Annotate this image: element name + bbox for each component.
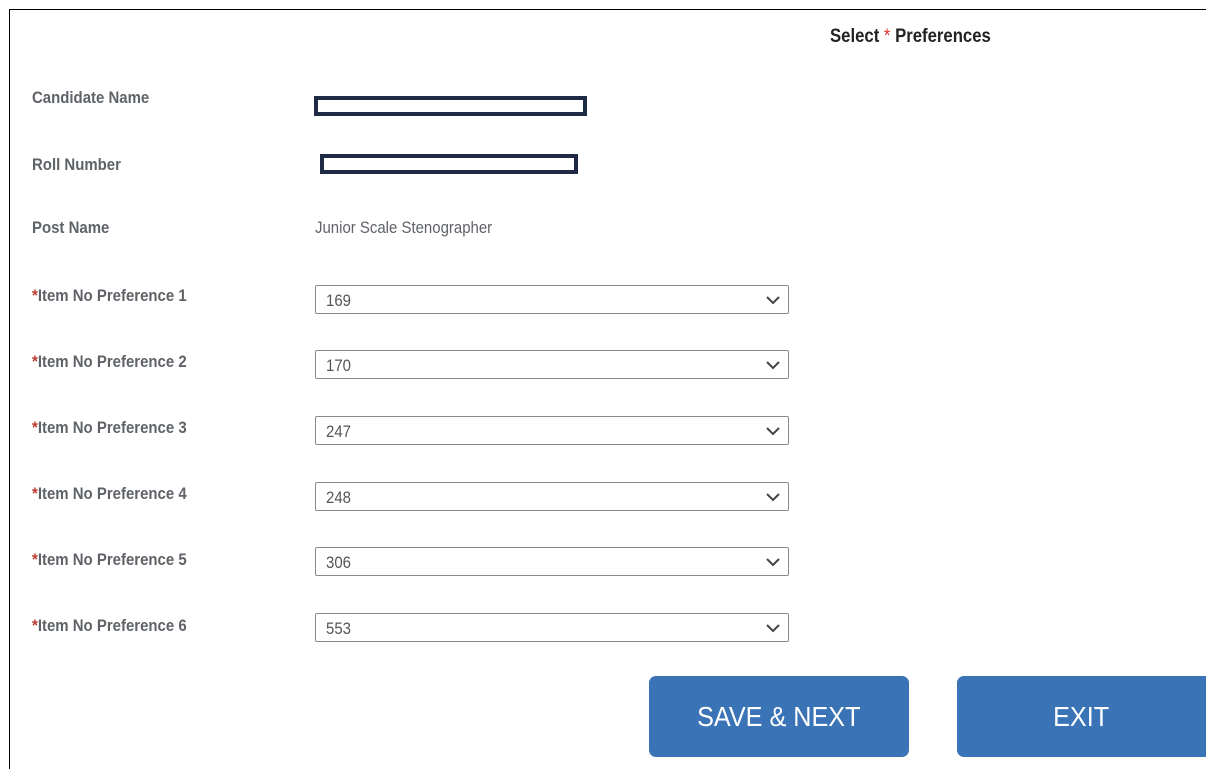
post-name-value: Junior Scale Stenographer xyxy=(315,218,493,237)
chevron-down-icon xyxy=(766,296,780,305)
preference-6-select[interactable]: 553 xyxy=(315,613,789,642)
title-suffix: Preferences xyxy=(895,26,991,47)
preference-3-select[interactable]: 247 xyxy=(315,416,789,445)
preference-3-value: 247 xyxy=(326,422,351,441)
exit-button[interactable]: EXIT xyxy=(957,676,1206,757)
save-next-button[interactable]: SAVE & NEXT xyxy=(649,676,909,757)
chevron-down-icon xyxy=(766,427,780,436)
save-next-label: SAVE & NEXT xyxy=(697,701,861,732)
preference-5-value: 306 xyxy=(326,553,351,572)
preference-4-select[interactable]: 248 xyxy=(315,482,789,511)
preference-label-text: Item No Preference 3 xyxy=(37,418,187,437)
preference-2-label: *Item No Preference 2 xyxy=(32,352,187,372)
roll-number-label: Roll Number xyxy=(32,155,121,174)
preference-label-text: Item No Preference 4 xyxy=(37,484,187,503)
preference-label-text: Item No Preference 5 xyxy=(37,550,187,569)
form-frame xyxy=(9,9,1206,769)
chevron-down-icon xyxy=(766,361,780,370)
preference-4-value: 248 xyxy=(326,488,351,507)
title-required-star: * xyxy=(883,26,891,47)
preference-2-select[interactable]: 170 xyxy=(315,350,789,379)
roll-number-redacted xyxy=(320,154,578,174)
preference-1-select[interactable]: 169 xyxy=(315,285,789,314)
preference-label-text: Item No Preference 1 xyxy=(37,286,187,305)
preference-2-value: 170 xyxy=(326,356,351,375)
chevron-down-icon xyxy=(766,558,780,567)
page-title: Select * Preferences xyxy=(830,26,991,48)
preference-5-select[interactable]: 306 xyxy=(315,547,789,576)
preference-1-value: 169 xyxy=(326,291,351,310)
chevron-down-icon xyxy=(766,493,780,502)
preference-3-label: *Item No Preference 3 xyxy=(32,418,187,438)
preference-6-value: 553 xyxy=(326,619,351,638)
candidate-name-redacted xyxy=(314,96,587,116)
preference-5-label: *Item No Preference 5 xyxy=(32,550,187,570)
post-name-label: Post Name xyxy=(32,218,110,237)
candidate-name-label: Candidate Name xyxy=(32,88,150,107)
preference-label-text: Item No Preference 6 xyxy=(37,616,187,635)
title-prefix: Select xyxy=(830,26,880,47)
exit-label: EXIT xyxy=(1053,701,1110,732)
preference-4-label: *Item No Preference 4 xyxy=(32,484,187,504)
preference-6-label: *Item No Preference 6 xyxy=(32,616,187,636)
chevron-down-icon xyxy=(766,624,780,633)
preference-1-label: *Item No Preference 1 xyxy=(32,286,187,306)
preference-label-text: Item No Preference 2 xyxy=(37,352,187,371)
